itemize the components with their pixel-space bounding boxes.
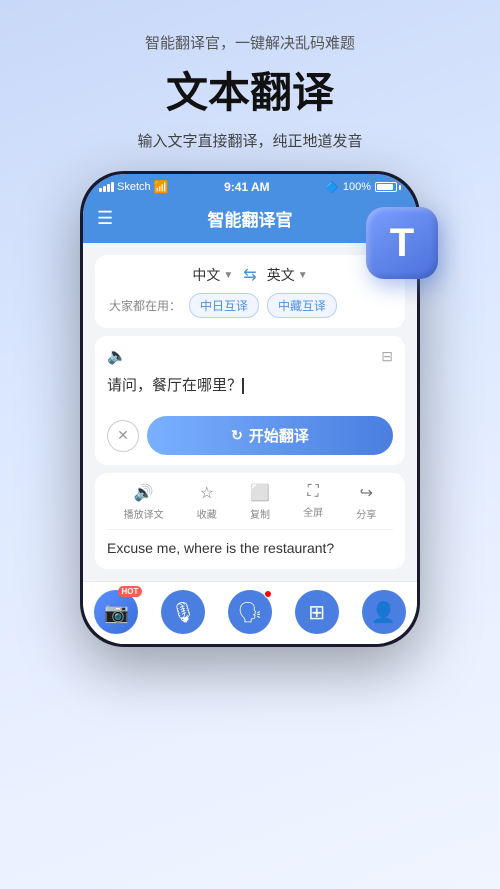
fullscreen-label: 全屏 bbox=[303, 504, 323, 519]
battery-icon bbox=[375, 182, 401, 192]
clear-button[interactable]: ✕ bbox=[107, 420, 139, 452]
clear-icon: ✕ bbox=[117, 427, 129, 444]
profile-circle: 👤 bbox=[362, 590, 406, 634]
app-title: 智能翻译官 bbox=[208, 206, 293, 231]
action-copy[interactable]: ⬜ 复制 bbox=[250, 483, 270, 521]
output-area: 🔊 播放译文 ☆ 收藏 ⬜ 复制 ⛶ 全屏 bbox=[95, 473, 405, 569]
target-language-btn[interactable]: 英文 ▼ bbox=[267, 265, 308, 285]
quick-tags: 大家都在用： 中日互译 中藏互译 bbox=[109, 293, 391, 318]
bottom-nav: 📷 HOT 🎙 🗣 ⊞ bbox=[83, 581, 417, 644]
status-time: 9:41 AM bbox=[224, 180, 270, 194]
translate-btn-label: 开始翻译 bbox=[249, 425, 309, 446]
share-label: 分享 bbox=[356, 506, 376, 521]
camera-icon: 📷 bbox=[104, 600, 129, 625]
status-right: 🔷 100% bbox=[325, 181, 401, 194]
favorite-icon: ☆ bbox=[200, 483, 214, 503]
bluetooth-icon: 🔷 bbox=[325, 181, 339, 194]
phone-mockup: T Sketch 📶 9:41 AM 🔷 1 bbox=[80, 171, 420, 647]
input-content: 请问，餐厅在哪里？ bbox=[107, 377, 242, 394]
input-area: 🔈 ⊟ 请问，餐厅在哪里？ ✕ ↻ 开始翻译 bbox=[95, 336, 405, 465]
output-actions: 🔊 播放译文 ☆ 收藏 ⬜ 复制 ⛶ 全屏 bbox=[107, 483, 393, 530]
source-lang-arrow: ▼ bbox=[223, 270, 233, 281]
speaker-circle: 🗣 bbox=[228, 590, 272, 634]
copy-label: 复制 bbox=[250, 506, 270, 521]
action-favorite[interactable]: ☆ 收藏 bbox=[197, 483, 217, 521]
target-lang-arrow: ▼ bbox=[298, 270, 308, 281]
notification-dot bbox=[264, 590, 272, 598]
share-icon: ↪ bbox=[360, 483, 373, 503]
carrier-label: Sketch bbox=[117, 181, 151, 193]
status-left: Sketch 📶 bbox=[99, 180, 169, 194]
camera-circle: 📷 HOT bbox=[94, 590, 138, 634]
grid-circle: ⊞ bbox=[295, 590, 339, 634]
favorite-label: 收藏 bbox=[197, 506, 217, 521]
nav-speaker[interactable]: 🗣 bbox=[228, 590, 272, 634]
nav-camera[interactable]: 📷 HOT bbox=[94, 590, 138, 634]
output-copy-icon: ⬜ bbox=[250, 483, 270, 503]
input-copy-icon[interactable]: ⊟ bbox=[381, 348, 393, 365]
status-bar: Sketch 📶 9:41 AM 🔷 100% bbox=[83, 174, 417, 198]
play-icon: 🔊 bbox=[134, 483, 154, 503]
input-text[interactable]: 请问，餐厅在哪里？ bbox=[107, 374, 393, 404]
fullscreen-icon: ⛶ bbox=[308, 483, 319, 501]
mic-circle: 🎙 bbox=[161, 590, 205, 634]
language-selector: 中文 ▼ ⇆ 英文 ▼ 大家都在用： 中日互译 中藏互译 bbox=[95, 255, 405, 328]
wifi-icon: 📶 bbox=[154, 180, 169, 194]
lang-row: 中文 ▼ ⇆ 英文 ▼ bbox=[109, 265, 391, 285]
nav-mic[interactable]: 🎙 bbox=[161, 590, 205, 634]
quick-tag-2[interactable]: 中藏互译 bbox=[267, 293, 337, 318]
source-language-btn[interactable]: 中文 ▼ bbox=[192, 265, 233, 285]
translate-button[interactable]: ↻ 开始翻译 bbox=[147, 416, 393, 455]
action-share[interactable]: ↪ 分享 bbox=[356, 483, 376, 521]
nav-profile[interactable]: 👤 bbox=[362, 590, 406, 634]
popular-label: 大家都在用： bbox=[109, 297, 181, 314]
profile-icon: 👤 bbox=[371, 600, 396, 625]
app-logo-icon: T bbox=[366, 207, 438, 279]
content-area: 中文 ▼ ⇆ 英文 ▼ 大家都在用： 中日互译 中藏互译 bbox=[83, 243, 417, 581]
menu-icon[interactable]: ☰ bbox=[97, 208, 113, 229]
action-fullscreen[interactable]: ⛶ 全屏 bbox=[303, 483, 323, 521]
speaker-icon[interactable]: 🔈 bbox=[107, 346, 127, 366]
target-lang-label: 英文 bbox=[267, 265, 295, 285]
grid-icon: ⊞ bbox=[308, 600, 325, 625]
mic-icon: 🎙 bbox=[170, 600, 195, 625]
nav-speaker-icon: 🗣 bbox=[237, 600, 262, 625]
play-label: 播放译文 bbox=[124, 506, 164, 521]
quick-tag-1[interactable]: 中日互译 bbox=[189, 293, 259, 318]
hot-badge: HOT bbox=[118, 586, 143, 597]
bg-desc: 输入文字直接翻译，纯正地道发音 bbox=[20, 130, 480, 151]
signal-bars bbox=[99, 182, 114, 192]
nav-grid[interactable]: ⊞ bbox=[295, 590, 339, 634]
battery-pct: 100% bbox=[343, 181, 371, 193]
bg-subtitle: 智能翻译官，一键解决乱码难题 bbox=[20, 32, 480, 53]
input-actions: ✕ ↻ 开始翻译 bbox=[107, 416, 393, 455]
swap-language-icon[interactable]: ⇆ bbox=[243, 265, 256, 285]
output-text: Excuse me, where is the restaurant? bbox=[107, 538, 393, 559]
bg-title: 文本翻译 bbox=[20, 59, 480, 120]
translate-btn-icon: ↻ bbox=[231, 427, 243, 444]
input-top: 🔈 ⊟ bbox=[107, 346, 393, 366]
source-lang-label: 中文 bbox=[192, 265, 220, 285]
action-play[interactable]: 🔊 播放译文 bbox=[124, 483, 164, 521]
